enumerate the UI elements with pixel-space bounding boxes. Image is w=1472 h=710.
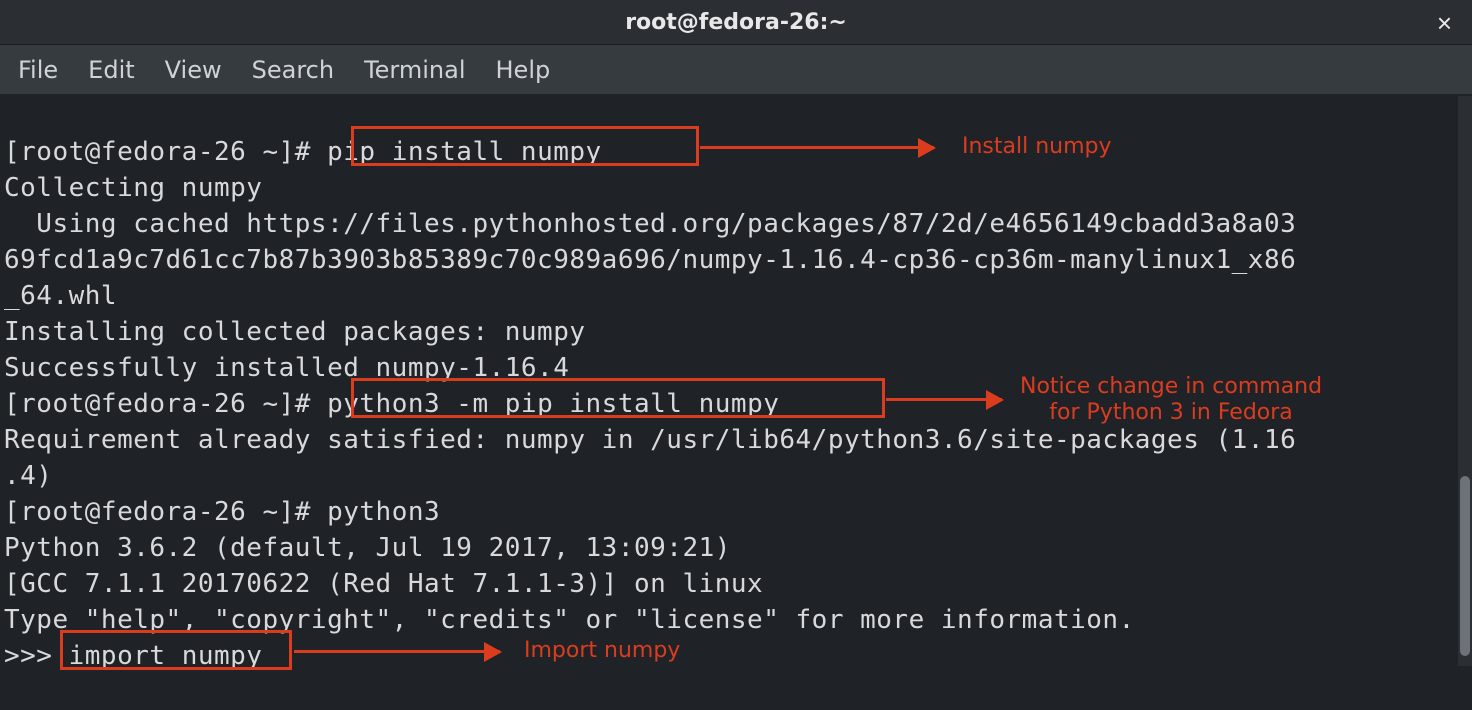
shell-output-1: Collecting numpy Using cached https://fi… bbox=[4, 173, 1296, 383]
menu-terminal[interactable]: Terminal bbox=[364, 56, 465, 84]
shell-command-1: pip install numpy bbox=[327, 137, 602, 167]
window-title: root@fedora-26:~ bbox=[625, 10, 847, 35]
python-repl-command: import numpy bbox=[69, 641, 263, 671]
menu-bar: File Edit View Search Terminal Help bbox=[0, 44, 1472, 94]
menu-file[interactable]: File bbox=[18, 56, 58, 84]
menu-view[interactable]: View bbox=[165, 56, 222, 84]
menu-edit[interactable]: Edit bbox=[88, 56, 134, 84]
shell-prompt-1: [root@fedora-26 ~]# bbox=[4, 137, 327, 167]
menu-help[interactable]: Help bbox=[496, 56, 551, 84]
menu-search[interactable]: Search bbox=[252, 56, 334, 84]
shell-command-3: python3 bbox=[327, 497, 440, 527]
shell-prompt-2: [root@fedora-26 ~]# bbox=[4, 389, 327, 419]
terminal-scrollbar-track[interactable] bbox=[1458, 96, 1472, 666]
shell-prompt-3: [root@fedora-26 ~]# bbox=[4, 497, 327, 527]
shell-command-2: python3 -m pip install numpy bbox=[327, 389, 779, 419]
window-titlebar: root@fedora-26:~ × bbox=[0, 0, 1472, 44]
close-icon[interactable]: × bbox=[1437, 10, 1452, 36]
shell-output-3: Python 3.6.2 (default, Jul 19 2017, 13:0… bbox=[4, 533, 1135, 635]
terminal-pane[interactable]: [root@fedora-26 ~]# pip install numpy Co… bbox=[0, 94, 1472, 710]
shell-output-2: Requirement already satisfied: numpy in … bbox=[4, 425, 1296, 491]
python-repl-prompt: >>> bbox=[4, 641, 69, 671]
terminal-scrollbar-thumb[interactable] bbox=[1460, 476, 1470, 656]
